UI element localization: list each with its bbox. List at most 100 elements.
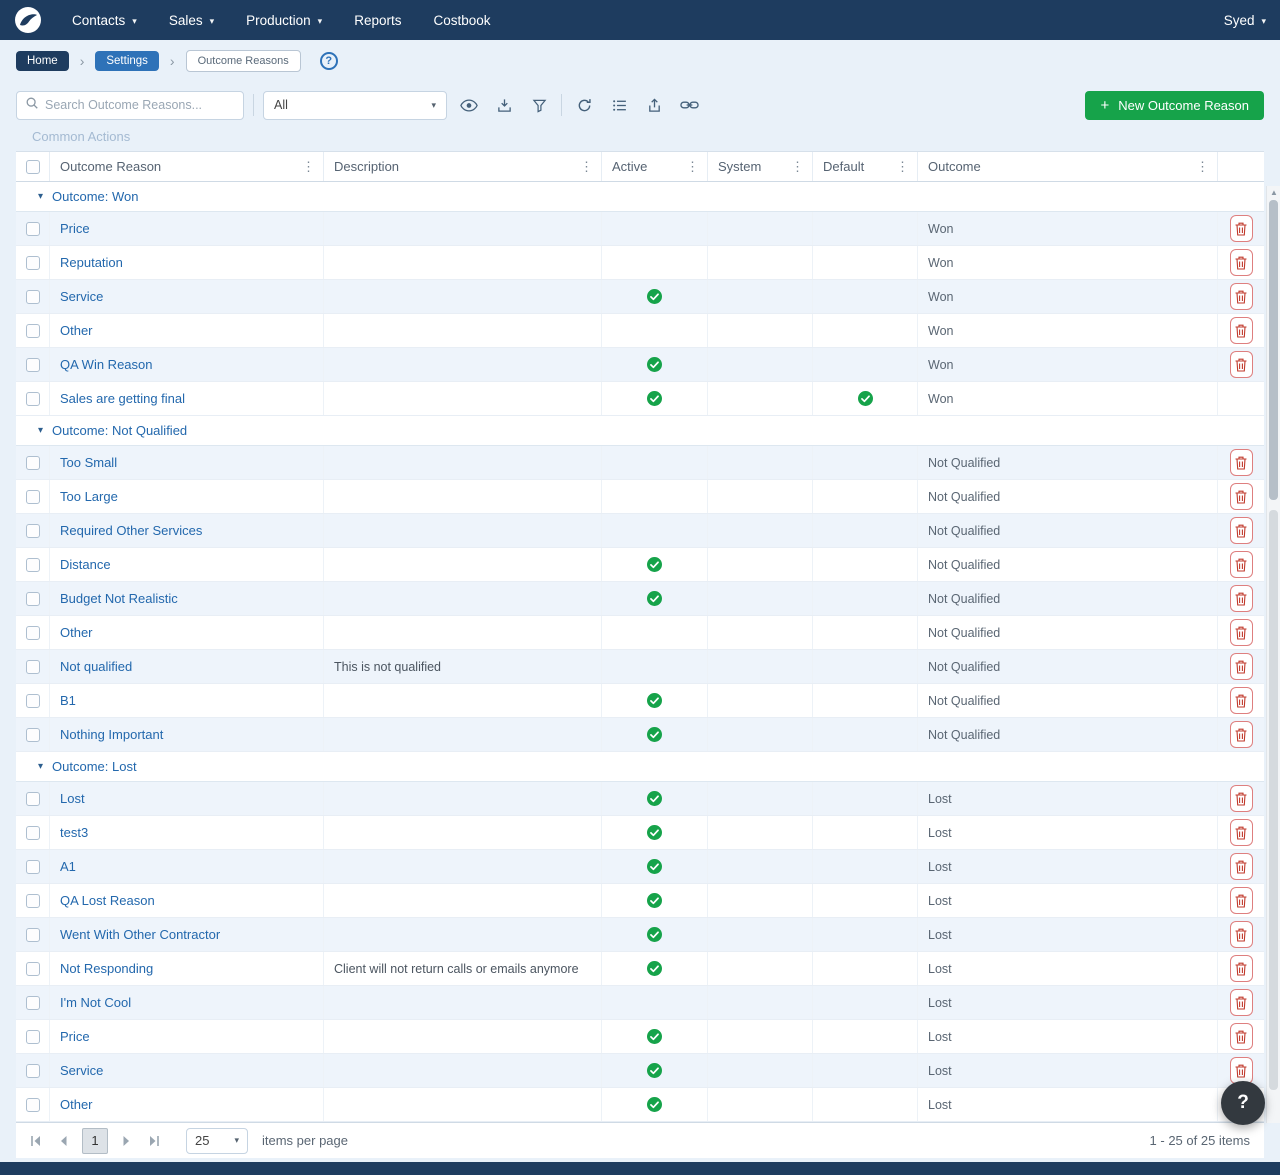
column-header-description[interactable]: Description <box>334 159 399 174</box>
delete-button[interactable] <box>1230 551 1253 578</box>
row-name-link[interactable]: Distance <box>60 557 111 572</box>
column-chooser-icon[interactable] <box>491 92 517 118</box>
group-header-row[interactable]: ▾ Outcome: Not Qualified <box>16 416 1264 446</box>
row-name-link[interactable]: Price <box>60 1029 90 1044</box>
delete-button[interactable] <box>1230 351 1253 378</box>
row-name-link[interactable]: Budget Not Realistic <box>60 591 178 606</box>
row-name-link[interactable]: QA Win Reason <box>60 357 153 372</box>
row-name-link[interactable]: Other <box>60 625 93 640</box>
row-name-link[interactable]: Not Responding <box>60 961 153 976</box>
delete-button[interactable] <box>1230 721 1253 748</box>
column-header-outcome-reason[interactable]: Outcome Reason <box>60 159 161 174</box>
column-menu-icon[interactable]: ⋮ <box>789 159 806 175</box>
delete-button[interactable] <box>1230 921 1253 948</box>
refresh-icon[interactable] <box>571 92 597 118</box>
nav-item-reports[interactable]: Reports <box>354 13 401 28</box>
column-header-system[interactable]: System <box>718 159 761 174</box>
last-page-button[interactable] <box>142 1129 166 1153</box>
row-name-link[interactable]: Sales are getting final <box>60 391 185 406</box>
column-menu-icon[interactable]: ⋮ <box>894 159 911 175</box>
row-name-link[interactable]: Other <box>60 323 93 338</box>
row-checkbox[interactable] <box>26 358 40 372</box>
delete-button[interactable] <box>1230 1023 1253 1050</box>
collapse-triangle-icon[interactable]: ▾ <box>38 425 43 436</box>
row-checkbox[interactable] <box>26 392 40 406</box>
scrollbar-thumb[interactable] <box>1269 200 1278 500</box>
row-checkbox[interactable] <box>26 222 40 236</box>
group-header-row[interactable]: ▾ Outcome: Lost <box>16 752 1264 782</box>
delete-button[interactable] <box>1230 215 1253 242</box>
column-menu-icon[interactable]: ⋮ <box>684 159 701 175</box>
row-name-link[interactable]: QA Lost Reason <box>60 893 155 908</box>
row-name-link[interactable]: Price <box>60 221 90 236</box>
row-name-link[interactable]: Service <box>60 1063 103 1078</box>
user-menu[interactable]: Syed▾ <box>1224 13 1266 28</box>
help-fab-button[interactable]: ? <box>1221 1081 1265 1125</box>
new-outcome-reason-button[interactable]: + New Outcome Reason <box>1085 91 1264 120</box>
delete-button[interactable] <box>1230 853 1253 880</box>
row-name-link[interactable]: Went With Other Contractor <box>60 927 220 942</box>
row-name-link[interactable]: A1 <box>60 859 76 874</box>
row-name-link[interactable]: Too Small <box>60 455 117 470</box>
vertical-scrollbar[interactable]: ▲ <box>1266 186 1280 1123</box>
row-name-link[interactable]: Not qualified <box>60 659 132 674</box>
current-page-button[interactable]: 1 <box>82 1128 108 1154</box>
breadcrumb-home[interactable]: Home <box>16 51 69 71</box>
column-header-outcome[interactable]: Outcome <box>928 159 981 174</box>
row-name-link[interactable]: B1 <box>60 693 76 708</box>
eye-icon[interactable] <box>456 92 482 118</box>
help-icon[interactable]: ? <box>320 52 338 70</box>
scrollbar-thumb[interactable] <box>1269 510 1278 1090</box>
column-menu-icon[interactable]: ⋮ <box>300 159 317 175</box>
row-checkbox[interactable] <box>26 558 40 572</box>
row-checkbox[interactable] <box>26 792 40 806</box>
delete-button[interactable] <box>1230 955 1253 982</box>
filter-icon[interactable] <box>526 92 552 118</box>
delete-button[interactable] <box>1230 619 1253 646</box>
select-all-checkbox[interactable] <box>26 160 40 174</box>
row-checkbox[interactable] <box>26 1064 40 1078</box>
column-header-default[interactable]: Default <box>823 159 864 174</box>
scroll-up-arrow-icon[interactable]: ▲ <box>1267 188 1280 197</box>
breadcrumb-settings[interactable]: Settings <box>95 51 159 71</box>
common-actions-link[interactable]: Common Actions <box>0 121 1280 151</box>
delete-button[interactable] <box>1230 653 1253 680</box>
row-checkbox[interactable] <box>26 962 40 976</box>
row-checkbox[interactable] <box>26 694 40 708</box>
nav-item-production[interactable]: Production▾ <box>246 13 322 28</box>
row-checkbox[interactable] <box>26 996 40 1010</box>
delete-button[interactable] <box>1230 517 1253 544</box>
filter-select[interactable]: All ▾ <box>263 91 447 120</box>
column-menu-icon[interactable]: ⋮ <box>1194 159 1211 175</box>
row-checkbox[interactable] <box>26 728 40 742</box>
row-checkbox[interactable] <box>26 894 40 908</box>
row-checkbox[interactable] <box>26 324 40 338</box>
delete-button[interactable] <box>1230 317 1253 344</box>
row-name-link[interactable]: Reputation <box>60 255 123 270</box>
column-menu-icon[interactable]: ⋮ <box>578 159 595 175</box>
column-header-active[interactable]: Active <box>612 159 647 174</box>
collapse-triangle-icon[interactable]: ▾ <box>38 761 43 772</box>
prev-page-button[interactable] <box>52 1129 76 1153</box>
row-checkbox[interactable] <box>26 1030 40 1044</box>
nav-item-contacts[interactable]: Contacts▾ <box>72 13 137 28</box>
delete-button[interactable] <box>1230 449 1253 476</box>
row-checkbox[interactable] <box>26 1098 40 1112</box>
row-name-link[interactable]: Required Other Services <box>60 523 202 538</box>
delete-button[interactable] <box>1230 1057 1253 1084</box>
row-checkbox[interactable] <box>26 860 40 874</box>
list-icon[interactable] <box>606 92 632 118</box>
page-size-select[interactable]: 25 ▾ <box>186 1128 248 1154</box>
row-checkbox[interactable] <box>26 490 40 504</box>
delete-button[interactable] <box>1230 585 1253 612</box>
delete-button[interactable] <box>1230 819 1253 846</box>
row-name-link[interactable]: Nothing Important <box>60 727 163 742</box>
row-checkbox[interactable] <box>26 290 40 304</box>
next-page-button[interactable] <box>114 1129 138 1153</box>
app-logo[interactable] <box>14 6 42 34</box>
row-name-link[interactable]: Too Large <box>60 489 118 504</box>
collapse-triangle-icon[interactable]: ▾ <box>38 191 43 202</box>
nav-item-sales[interactable]: Sales▾ <box>169 13 214 28</box>
search-input[interactable] <box>45 98 235 112</box>
delete-button[interactable] <box>1230 989 1253 1016</box>
